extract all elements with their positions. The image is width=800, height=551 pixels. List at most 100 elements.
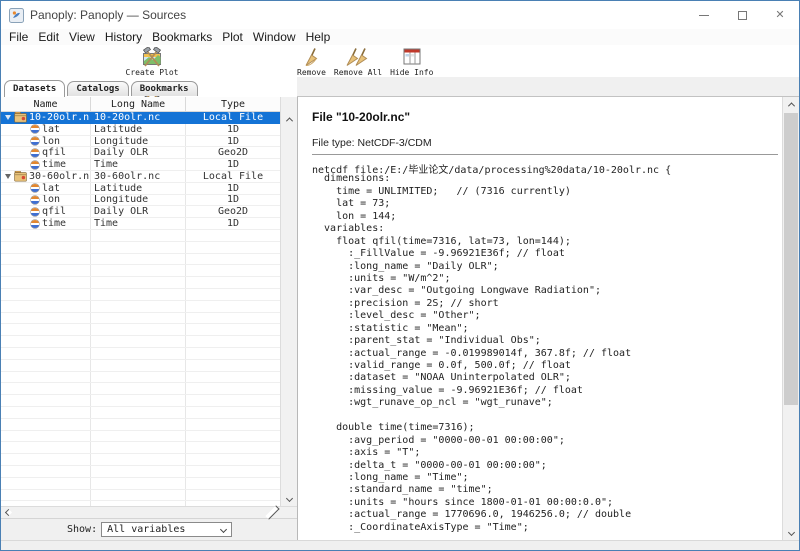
row-name: lon	[42, 195, 60, 206]
row-name: 10-20olr.nc	[29, 112, 91, 123]
toolbar-right: Remove Remove All Hide Info	[297, 45, 799, 77]
table-row-empty	[1, 466, 280, 478]
table-row-30-60olr.nc[interactable]: 30-60olr.nc30-60olr.ncLocal File	[1, 171, 280, 183]
show-variables-select[interactable]: All variables	[101, 522, 232, 537]
toolbar-button-label: Remove All	[334, 68, 382, 77]
row-long-name: Daily OLR	[91, 206, 186, 217]
table-row-lat[interactable]: latLatitude1D	[1, 124, 280, 136]
file-title: File "10-20olr.nc"	[312, 110, 778, 124]
scroll-right-button[interactable]	[265, 507, 280, 518]
code-line: :_FillValue = -9.96921E36f; // float	[312, 248, 778, 260]
table-row-10-20olr.nc[interactable]: 10-20olr.nc10-20olr.ncLocal File	[1, 112, 280, 124]
info-panel: File "10-20olr.nc" File type: NetCDF-3/C…	[298, 97, 799, 540]
scrollbar-thumb[interactable]	[784, 113, 798, 405]
table-row-qfil[interactable]: qfilDaily OLRGeo2D	[1, 147, 280, 159]
chevron-down-icon	[787, 529, 794, 536]
menu-file[interactable]: File	[4, 30, 33, 44]
netcdf-metadata: netcdf file:/E:/毕业论文/data/processing%20d…	[312, 161, 778, 534]
row-name: time	[42, 218, 66, 229]
table-horizontal-scrollbar[interactable]	[1, 506, 297, 518]
table-row-empty	[1, 407, 280, 419]
table-row-lon[interactable]: lonLongitude1D	[1, 136, 280, 148]
code-line: :wgt_runave_op_ncl = "wgt_runave";	[312, 397, 778, 409]
menu-view[interactable]: View	[64, 30, 100, 44]
scroll-up-button[interactable]	[783, 97, 799, 112]
expander-icon[interactable]	[5, 174, 11, 179]
code-line: :dataset = "NOAA Uninterpolated OLR";	[312, 372, 778, 384]
code-line: :delta_t = "0000-00-01 00:00:00";	[312, 460, 778, 472]
row-type: 1D	[186, 159, 280, 170]
code-line: :avg_period = "0000-00-01 00:00:00";	[312, 435, 778, 447]
menu-history[interactable]: History	[100, 30, 147, 44]
table-row-empty	[1, 395, 280, 407]
hide-info-button[interactable]: Hide Info	[390, 45, 433, 77]
menu-edit[interactable]: Edit	[33, 30, 64, 44]
row-type: 1D	[186, 183, 280, 194]
table-row-qfil[interactable]: qfilDaily OLRGeo2D	[1, 206, 280, 218]
scroll-up-button[interactable]	[281, 112, 297, 127]
row-type: Geo2D	[186, 147, 280, 158]
row-type: 1D	[186, 136, 280, 147]
row-long-name: Longitude	[91, 136, 186, 147]
code-line: variables:	[312, 223, 778, 235]
info-vertical-scrollbar[interactable]	[782, 97, 799, 540]
chevron-down-icon	[220, 526, 227, 533]
column-header-long-name[interactable]: Long Name	[91, 97, 186, 111]
create-plot-button[interactable]: Create Plot	[7, 45, 297, 77]
file-type: File type: NetCDF-3/CDM	[312, 137, 778, 155]
column-header-type[interactable]: Type	[186, 97, 280, 111]
table-vertical-scrollbar[interactable]	[280, 97, 297, 506]
main-area: Name Long Name Type 10-20olr.nc10-20olr.…	[1, 97, 799, 540]
close-button[interactable]: ✕	[761, 1, 799, 29]
tab-catalogs[interactable]: Catalogs	[67, 81, 128, 96]
table-row-lat[interactable]: latLatitude1D	[1, 183, 280, 195]
table-row-time[interactable]: timeTime1D	[1, 159, 280, 171]
menu-help[interactable]: Help	[301, 30, 336, 44]
menu-window[interactable]: Window	[248, 30, 301, 44]
chevron-left-icon	[5, 509, 12, 516]
hide-info-icon	[403, 46, 421, 67]
scroll-left-button[interactable]	[1, 507, 16, 518]
variable-icon	[30, 207, 40, 217]
create-plot-icon	[141, 46, 163, 67]
tab-datasets[interactable]: Datasets	[4, 80, 65, 97]
window-controls: ✕	[685, 1, 799, 29]
remove-all-button[interactable]: Remove All	[334, 45, 382, 77]
code-line: time = UNLIMITED; // (7316 currently)	[312, 186, 778, 198]
minimize-icon	[699, 15, 709, 16]
row-name: lat	[42, 183, 60, 194]
menu-plot[interactable]: Plot	[217, 30, 248, 44]
row-long-name: Time	[91, 159, 186, 170]
column-header-name[interactable]: Name	[1, 97, 91, 111]
code-line: :units = "hours since 1800-01-01 00:00:0…	[312, 497, 778, 509]
row-type: Local File	[186, 171, 280, 182]
scroll-down-button[interactable]	[281, 491, 297, 506]
code-line: :level_desc = "Other";	[312, 310, 778, 322]
table-row-empty	[1, 230, 280, 242]
remove-button[interactable]: Remove	[297, 45, 326, 77]
code-line: double time(time=7316);	[312, 422, 778, 434]
chevron-up-icon	[787, 102, 794, 109]
code-line: :parent_stat = "Individual Obs";	[312, 335, 778, 347]
row-long-name: Time	[91, 218, 186, 229]
row-type: Local File	[186, 112, 280, 123]
variable-icon	[30, 148, 40, 158]
tab-bookmarks[interactable]: Bookmarks	[131, 81, 198, 96]
menu-bookmarks[interactable]: Bookmarks	[147, 30, 217, 44]
variable-icon	[30, 160, 40, 170]
code-line: lat = 73;	[312, 198, 778, 210]
toolbar-button-label: Create Plot	[126, 68, 179, 77]
chevron-up-icon	[285, 117, 292, 124]
minimize-button[interactable]	[685, 1, 723, 29]
code-line: :long_name = "Daily OLR";	[312, 261, 778, 273]
show-bar: Show: All variables	[1, 518, 297, 540]
table-row-empty	[1, 383, 280, 395]
maximize-button[interactable]	[723, 1, 761, 29]
variable-icon	[30, 219, 40, 229]
scroll-down-button[interactable]	[783, 525, 799, 540]
variable-icon	[30, 136, 40, 146]
table-row-time[interactable]: timeTime1D	[1, 218, 280, 230]
table-row-lon[interactable]: lonLongitude1D	[1, 195, 280, 207]
expander-icon[interactable]	[5, 115, 11, 120]
table-row-empty	[1, 431, 280, 443]
